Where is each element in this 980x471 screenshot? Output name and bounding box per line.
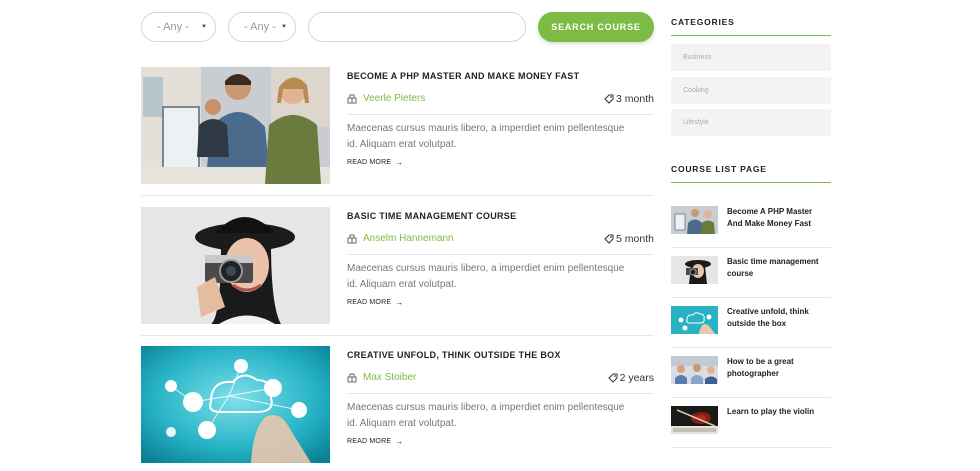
course-list-label[interactable]: Basic time management course [727, 256, 827, 279]
caret-down-icon: ▼ [281, 24, 287, 30]
course-list-thumbnail[interactable] [671, 306, 718, 334]
course-description: Maecenas cursus mauris libero, a imperdi… [347, 402, 625, 429]
caret-down-icon: ▼ [201, 24, 207, 30]
course-duration-value: 2 years [619, 372, 654, 384]
course-list-item[interactable]: Learn to play the violin [671, 398, 831, 448]
course-duration: 5 month [604, 233, 654, 245]
course-item: BASIC TIME MANAGEMENT COURSE Anselm Hann… [141, 207, 654, 336]
read-more-link[interactable]: READ MORE → [347, 437, 654, 446]
course-description: Maecenas cursus mauris libero, a imperdi… [347, 123, 625, 150]
course-duration-value: 5 month [616, 233, 654, 245]
course-title[interactable]: CREATIVE UNFOLD, THINK OUTSIDE THE BOX [347, 350, 654, 362]
filter-select-one[interactable]: - Any - ▼ [141, 12, 216, 42]
course-list-label[interactable]: Become A PHP Master And Make Money Fast [727, 206, 827, 229]
course-list-title: COURSE LIST PAGE [671, 164, 831, 183]
course-divider [141, 195, 654, 196]
read-more-link[interactable]: READ MORE → [347, 158, 654, 167]
filter-select-one-value: - Any - [157, 21, 189, 33]
search-course-button[interactable]: SEARCH COURSE [538, 12, 654, 42]
read-more-label: READ MORE [347, 438, 392, 445]
course-title[interactable]: BECOME A PHP MASTER AND MAKE MONEY FAST [347, 71, 654, 83]
course-item: CREATIVE UNFOLD, THINK OUTSIDE THE BOX M… [141, 346, 654, 471]
course-list-label[interactable]: How to be a great photographer [727, 356, 827, 379]
course-thumbnail-time-management[interactable] [141, 207, 330, 324]
course-author-name: Anselm Hannemann [363, 233, 454, 244]
arrow-right-icon: → [395, 437, 404, 446]
category-item-business[interactable]: Business [671, 44, 831, 71]
course-author[interactable]: Veerle Pieters [347, 93, 425, 104]
course-duration: 3 month [604, 93, 654, 105]
user-badge-icon [347, 234, 357, 244]
course-description: Maecenas cursus mauris libero, a imperdi… [347, 263, 625, 290]
course-list-thumbnail[interactable] [671, 356, 718, 384]
course-duration-value: 3 month [616, 93, 654, 105]
arrow-right-icon: → [395, 158, 404, 167]
read-more-link[interactable]: READ MORE → [347, 298, 654, 307]
category-item-cooking[interactable]: Cooking [671, 77, 831, 104]
tag-icon [604, 94, 614, 104]
course-thumbnail-php[interactable] [141, 67, 330, 184]
course-list-thumbnail[interactable] [671, 206, 718, 234]
course-list-label[interactable]: Creative unfold, think outside the box [727, 306, 827, 329]
filter-select-two[interactable]: - Any - ▼ [228, 12, 296, 42]
course-list-item[interactable]: How to be a great photographer [671, 348, 831, 398]
tag-icon [604, 234, 614, 244]
read-more-label: READ MORE [347, 159, 392, 166]
category-item-lifestyle[interactable]: Lifestyle [671, 109, 831, 136]
course-divider [141, 335, 654, 336]
course-meta: Veerle Pieters 3 month [347, 83, 654, 115]
course-list-item[interactable]: Become A PHP Master And Make Money Fast [671, 198, 831, 248]
course-meta: Anselm Hannemann 5 month [347, 223, 654, 255]
course-search-bar: - Any - ▼ - Any - ▼ SEARCH COURSE [141, 12, 654, 42]
course-list-thumbnail[interactable] [671, 406, 718, 434]
course-item: BECOME A PHP MASTER AND MAKE MONEY FAST … [141, 67, 654, 196]
course-thumbnail-creative[interactable] [141, 346, 330, 463]
course-info: BASIC TIME MANAGEMENT COURSE Anselm Hann… [347, 207, 654, 307]
user-badge-icon [347, 373, 357, 383]
filter-select-two-value: - Any - [244, 21, 276, 33]
arrow-right-icon: → [395, 298, 404, 307]
course-title[interactable]: BASIC TIME MANAGEMENT COURSE [347, 211, 654, 223]
categories-title: CATEGORIES [671, 17, 831, 36]
user-badge-icon [347, 94, 357, 104]
course-list-label[interactable]: Learn to play the violin [727, 406, 827, 418]
course-author[interactable]: Anselm Hannemann [347, 233, 454, 244]
course-duration: 2 years [607, 372, 654, 384]
course-author-name: Veerle Pieters [363, 93, 426, 104]
course-info: BECOME A PHP MASTER AND MAKE MONEY FAST … [347, 67, 654, 167]
read-more-label: READ MORE [347, 299, 392, 306]
course-list-item[interactable]: Creative unfold, think outside the box [671, 298, 831, 348]
course-list-item[interactable]: Basic time management course [671, 248, 831, 298]
course-meta: Max Stoiber 2 years [347, 362, 654, 394]
course-author-name: Max Stoiber [363, 372, 417, 383]
search-input[interactable] [308, 12, 526, 42]
course-info: CREATIVE UNFOLD, THINK OUTSIDE THE BOX M… [347, 346, 654, 446]
tag-icon [607, 373, 618, 383]
course-list-thumbnail[interactable] [671, 256, 718, 284]
course-author[interactable]: Max Stoiber [347, 372, 416, 383]
